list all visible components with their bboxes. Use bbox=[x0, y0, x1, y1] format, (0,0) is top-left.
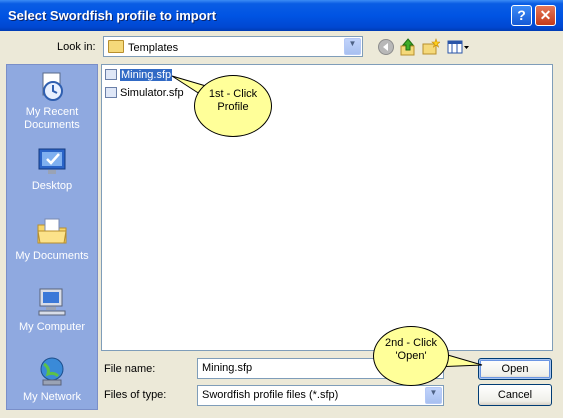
up-folder-icon[interactable] bbox=[399, 38, 417, 56]
help-button[interactable]: ? bbox=[511, 5, 532, 26]
files-of-type-label: Files of type: bbox=[104, 389, 167, 401]
place-my-documents[interactable]: My Documents bbox=[7, 215, 97, 263]
place-label: My Documents bbox=[15, 250, 89, 262]
callout-text: 2nd - Click bbox=[385, 337, 437, 349]
place-my-network[interactable]: My Network bbox=[7, 356, 97, 404]
views-menu-icon[interactable] bbox=[447, 38, 471, 56]
cancel-button[interactable]: Cancel bbox=[478, 384, 552, 406]
file-item-mining[interactable]: Mining.sfp bbox=[105, 68, 174, 83]
new-folder-icon[interactable] bbox=[422, 38, 440, 56]
open-button[interactable]: Open bbox=[478, 358, 552, 380]
files-of-type-value: Swordfish profile files (*.sfp) bbox=[202, 389, 339, 401]
place-label: My Computer bbox=[18, 321, 86, 333]
file-name: Mining.sfp bbox=[118, 68, 174, 82]
recent-documents-icon bbox=[42, 72, 63, 101]
chevron-down-icon[interactable]: ▼ bbox=[425, 387, 442, 404]
folder-icon bbox=[108, 40, 124, 53]
file-name-label: File name: bbox=[104, 363, 156, 375]
callout-step-1: 1st - Click Profile bbox=[194, 75, 272, 137]
callout-step-2: 2nd - Click 'Open' bbox=[373, 326, 449, 386]
file-open-dialog: Select Swordfish profile to import ? ✕ L… bbox=[0, 0, 563, 418]
my-computer-icon bbox=[38, 288, 66, 316]
place-label: My Recent Documents bbox=[24, 106, 80, 131]
close-button[interactable]: ✕ bbox=[535, 5, 556, 26]
back-icon[interactable] bbox=[377, 38, 395, 56]
dialog-title: Select Swordfish profile to import bbox=[8, 8, 217, 23]
title-bar[interactable]: Select Swordfish profile to import ? ✕ bbox=[0, 0, 563, 31]
my-network-icon bbox=[40, 357, 64, 386]
look-in-dropdown[interactable]: Templates ▼ bbox=[103, 36, 363, 57]
place-my-recent-documents[interactable]: My Recent Documents bbox=[7, 71, 97, 132]
callout-text: Profile bbox=[217, 101, 249, 113]
desktop-icon bbox=[38, 148, 66, 174]
look-in-label: Look in: bbox=[57, 41, 96, 53]
sfp-file-icon bbox=[105, 69, 117, 80]
callout-text: 1st - Click bbox=[208, 88, 258, 100]
place-my-computer[interactable]: My Computer bbox=[7, 286, 97, 334]
callout-text: 'Open' bbox=[395, 350, 427, 362]
file-list[interactable]: Mining.sfp Simulator.sfp bbox=[101, 64, 553, 351]
file-name-value: Mining.sfp bbox=[202, 362, 253, 374]
place-label: Desktop bbox=[31, 180, 73, 192]
place-label: My Network bbox=[22, 391, 82, 403]
places-bar: My Recent Documents Desktop My Documents bbox=[6, 64, 98, 410]
sfp-file-icon bbox=[105, 87, 117, 98]
files-of-type-dropdown[interactable]: Swordfish profile files (*.sfp) ▼ bbox=[197, 385, 444, 406]
look-in-value: Templates bbox=[128, 42, 179, 54]
place-desktop[interactable]: Desktop bbox=[7, 145, 97, 193]
my-documents-icon bbox=[37, 218, 67, 244]
chevron-down-icon[interactable]: ▼ bbox=[344, 38, 361, 55]
